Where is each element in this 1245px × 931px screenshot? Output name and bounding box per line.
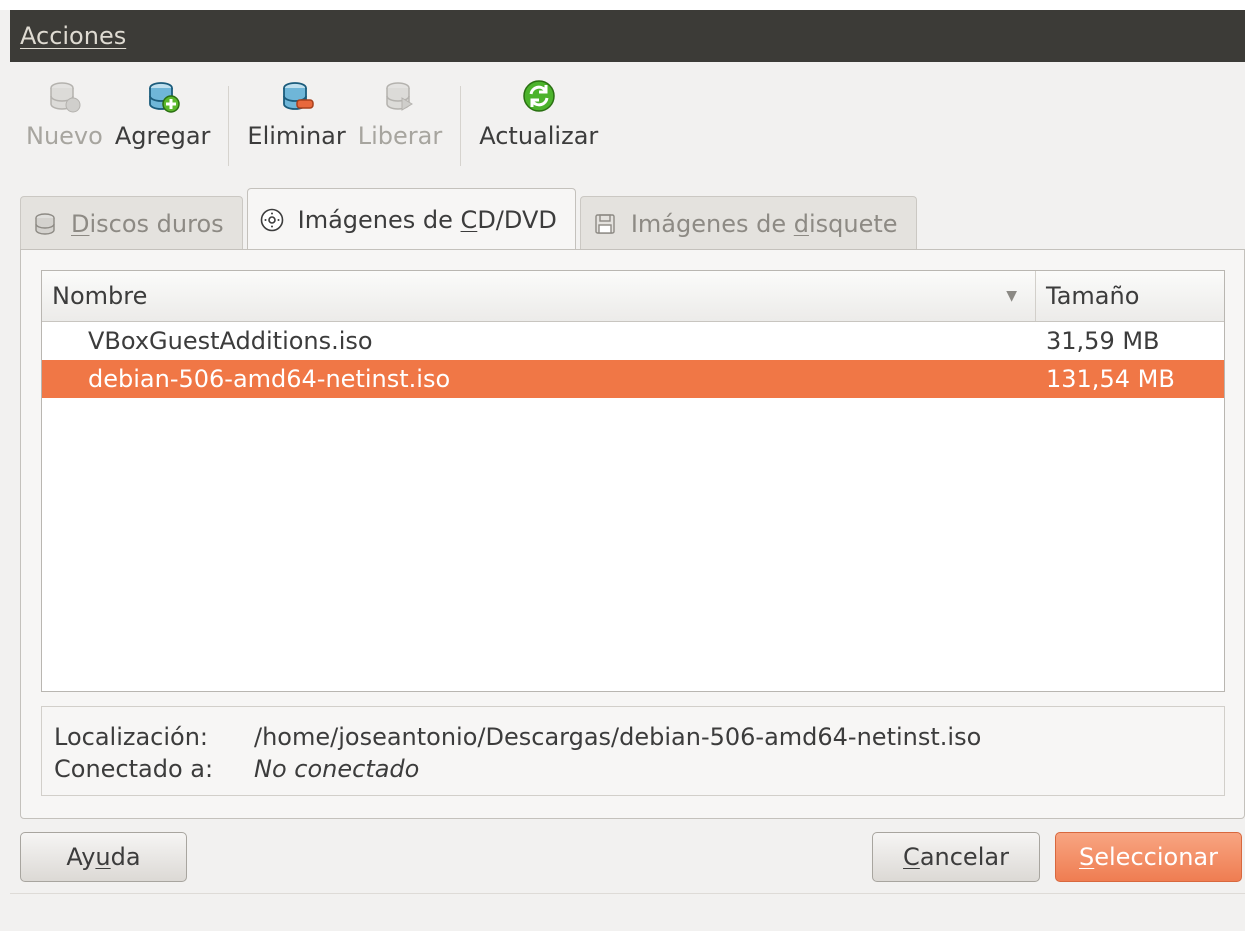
refresh-button[interactable]: Actualizar bbox=[473, 70, 604, 150]
list-item[interactable]: VBoxGuestAdditions.iso 31,59 MB bbox=[42, 322, 1224, 360]
window-top-strip bbox=[0, 0, 1245, 10]
status-divider bbox=[10, 893, 1245, 894]
tab-floppy-images-label: Imágenes de disquete bbox=[630, 209, 898, 238]
refresh-icon bbox=[523, 80, 555, 112]
new-button[interactable]: Nuevo bbox=[20, 70, 109, 150]
location-value: /home/joseantonio/Descargas/debian-506-a… bbox=[254, 723, 982, 751]
connected-label: Conectado a: bbox=[54, 755, 214, 783]
tab-panel: Nombre ▼ Tamaño VBoxGuestAdditions.iso 3… bbox=[20, 249, 1245, 819]
list-header: Nombre ▼ Tamaño bbox=[42, 271, 1224, 322]
connected-row: Conectado a: No conectado bbox=[54, 753, 1224, 785]
tab-floppy-images[interactable]: Imágenes de disquete bbox=[579, 196, 917, 250]
help-button[interactable]: Ay u da bbox=[20, 832, 187, 882]
tab-cd-dvd-images[interactable]: Imágenes de CD/DVD bbox=[246, 188, 576, 250]
select-button[interactable]: Seleccionar bbox=[1055, 832, 1242, 882]
hard-disk-icon bbox=[35, 212, 55, 235]
release-button[interactable]: Liberar bbox=[352, 70, 448, 150]
new-button-label: Nuevo bbox=[26, 122, 103, 150]
release-button-label: Liberar bbox=[357, 122, 443, 150]
remove-button[interactable]: Eliminar bbox=[241, 70, 351, 150]
floppy-icon bbox=[595, 213, 615, 234]
disk-release-icon bbox=[386, 82, 413, 111]
tab-cd-dvd-images-label: Imágenes de CD/DVD bbox=[297, 205, 557, 234]
list-item-size: 131,54 MB bbox=[1046, 365, 1175, 393]
disk-new-icon bbox=[50, 82, 81, 113]
disk-remove-icon bbox=[282, 82, 314, 110]
toolbar-separator bbox=[460, 86, 462, 166]
menubar: Acciones bbox=[10, 10, 1245, 62]
disk-add-icon bbox=[148, 82, 180, 113]
cancel-button[interactable]: Cancelar bbox=[872, 832, 1040, 882]
details-pane: Localización: /home/joseantonio/Descarga… bbox=[41, 706, 1225, 796]
tab-hard-disks[interactable]: Discos duros bbox=[20, 196, 243, 250]
add-button[interactable]: Agregar bbox=[109, 70, 217, 150]
menu-acciones[interactable]: Acciones bbox=[20, 22, 126, 50]
column-header-size[interactable]: Tamaño bbox=[1036, 271, 1224, 321]
toolbar-separator bbox=[228, 86, 230, 166]
list-item-size: 31,59 MB bbox=[1046, 327, 1160, 355]
location-row: Localización: /home/joseantonio/Descarga… bbox=[54, 721, 1224, 753]
media-tabs: Discos duros Imágenes de CD/DVD Imágenes… bbox=[20, 188, 921, 250]
tab-hard-disks-label: Discos duros bbox=[71, 209, 224, 238]
media-list[interactable]: Nombre ▼ Tamaño VBoxGuestAdditions.iso 3… bbox=[41, 270, 1225, 692]
location-label: Localización: bbox=[54, 723, 209, 751]
list-item-selected[interactable]: debian-506-amd64-netinst.iso 131,54 MB bbox=[42, 360, 1224, 398]
cd-dvd-icon bbox=[260, 208, 283, 231]
list-item-name: debian-506-amd64-netinst.iso bbox=[88, 365, 451, 393]
sort-descending-icon: ▼ bbox=[1006, 288, 1017, 304]
toolbar: Nuevo Agregar Eliminar Liberar Actualiza… bbox=[20, 70, 604, 182]
add-button-label: Agregar bbox=[114, 122, 211, 150]
refresh-button-label: Actualizar bbox=[479, 122, 599, 150]
column-header-name[interactable]: Nombre ▼ bbox=[42, 271, 1036, 321]
connected-value: No conectado bbox=[254, 755, 420, 783]
remove-button-label: Eliminar bbox=[247, 122, 346, 150]
list-item-name: VBoxGuestAdditions.iso bbox=[88, 327, 373, 355]
